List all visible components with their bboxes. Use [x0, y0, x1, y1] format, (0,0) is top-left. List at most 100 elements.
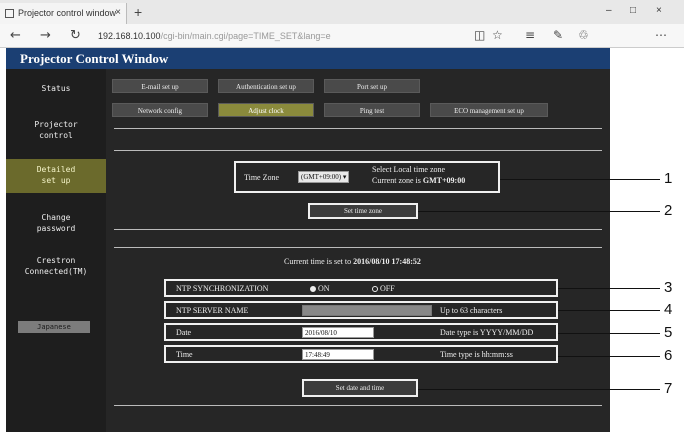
url-host: 192.168.10.100 [98, 31, 161, 41]
callout-line-4 [558, 310, 660, 311]
time-label: Time [176, 350, 193, 359]
callout-number-3: 3 [664, 279, 673, 296]
current-time-value: 2016/08/10 17:48:52 [353, 257, 421, 266]
set-date-and-time-button[interactable]: Set date and time [302, 379, 418, 397]
ntp-on-label: ON [318, 284, 330, 293]
tab-network-config[interactable]: Network config [112, 103, 208, 117]
current-time-text: Current time is set to 2016/08/10 17:48:… [284, 257, 421, 266]
time-zone-select[interactable]: (GMT+09:00) ▾ [298, 171, 350, 183]
maximize-icon[interactable]: □ [630, 5, 636, 16]
page-title: Projector Control Window [6, 48, 610, 69]
back-icon[interactable]: ← [10, 28, 21, 43]
callout-line-7 [418, 389, 660, 390]
forward-icon[interactable]: → [40, 28, 51, 43]
time-zone-panel: Time Zone (GMT+09:00) ▾ Select Local tim… [234, 161, 500, 193]
time-zone-hint: Select Local time zone [372, 165, 446, 174]
sidebar-item-label: Crestron [36, 256, 76, 265]
projector-page: Projector Control Window Status Projecto… [6, 48, 610, 432]
time-zone-label: Time Zone [244, 173, 280, 182]
sidebar-item-label: Change [41, 213, 71, 222]
sidebar-item-change-password[interactable]: Change password [6, 212, 106, 238]
callout-line-1 [500, 179, 660, 180]
callout-number-6: 6 [664, 347, 673, 364]
date-label: Date [176, 328, 192, 337]
url-path: /cgi-bin/main.cgi/page=TIME_SET&lang=e [160, 31, 331, 41]
web-note-icon[interactable]: ✎ [553, 28, 563, 42]
ntp-sync-row: NTP SYNCHRONIZATION ON OFF [164, 279, 558, 297]
tab-ping-test[interactable]: Ping test [324, 103, 420, 117]
set-time-zone-button[interactable]: Set time zone [308, 203, 418, 219]
ntp-server-hint: Up to 63 characters [440, 306, 503, 315]
sidebar-item-label: set up [41, 176, 71, 185]
sidebar-item-label: Connected(TM) [24, 267, 88, 276]
callout-line-3 [558, 288, 660, 289]
main-content: E-mail set up Authentication set up Port… [106, 69, 610, 432]
sidebar-item-label: Detailed [36, 165, 76, 174]
tab-eco-management-set-up[interactable]: ECO management set up [430, 103, 548, 117]
tab-authentication-set-up[interactable]: Authentication set up [218, 79, 314, 93]
callout-number-2: 2 [664, 202, 673, 219]
browser-tab-bar: Projector control window × + – □ × [0, 0, 684, 24]
close-tab-icon[interactable]: × [115, 7, 121, 18]
time-input[interactable]: 17:48:49 [302, 349, 374, 360]
sidebar-item-crestron-connected[interactable]: Crestron Connected(TM) [6, 255, 106, 281]
sidebar-item-label: control [39, 131, 73, 140]
new-tab-icon[interactable]: + [134, 4, 142, 20]
refresh-icon[interactable]: ↻ [70, 28, 81, 43]
divider [114, 405, 602, 406]
favorite-star-icon[interactable]: ☆ [492, 28, 503, 42]
date-row: Date 2016/08/10 Date type is YYYY/MM/DD [164, 323, 558, 341]
chevron-down-icon: ▾ [342, 173, 347, 181]
sidebar-item-projector-control[interactable]: Projector control [6, 119, 106, 145]
sidebar-item-detailed-set-up[interactable]: Detailed set up [6, 159, 106, 193]
address-bar: ← → ↻ 192.168.10.100/cgi-bin/main.cgi/pa… [0, 24, 684, 48]
divider [114, 247, 602, 248]
more-icon[interactable]: ⋯ [655, 28, 667, 42]
ntp-server-row: NTP SERVER NAME Up to 63 characters [164, 301, 558, 319]
callout-line-2 [418, 211, 660, 212]
ntp-off-radio[interactable]: OFF [372, 284, 395, 293]
japanese-button[interactable]: Japanese [18, 321, 90, 333]
callout-number-4: 4 [664, 301, 673, 318]
current-zone-prefix: Current zone is [372, 176, 423, 185]
divider [114, 150, 602, 151]
callout-line-6 [558, 356, 660, 357]
date-input[interactable]: 2016/08/10 [302, 327, 374, 338]
sidebar-item-status[interactable]: Status [6, 83, 106, 97]
divider [114, 229, 602, 230]
share-icon[interactable]: ♲ [578, 28, 589, 42]
radio-selected-icon [310, 286, 316, 292]
current-time-prefix: Current time is set to [284, 257, 354, 266]
divider [114, 128, 602, 129]
ntp-server-label: NTP SERVER NAME [176, 306, 249, 315]
url-field[interactable]: 192.168.10.100/cgi-bin/main.cgi/page=TIM… [98, 31, 331, 41]
hub-icon[interactable]: ≡ [525, 28, 535, 42]
time-zone-select-value: (GMT+09:00) [301, 173, 342, 181]
current-zone-text: Current zone is GMT+09:00 [372, 176, 465, 185]
reading-view-icon[interactable]: ◫ [474, 28, 485, 42]
time-row: Time 17:48:49 Time type is hh:mm:ss [164, 345, 558, 363]
page-icon [5, 9, 14, 18]
tab-email-set-up[interactable]: E-mail set up [112, 79, 208, 93]
sidebar-item-label: Projector [34, 120, 78, 129]
callout-number-1: 1 [664, 170, 673, 187]
window-close-icon[interactable]: × [656, 5, 662, 16]
ntp-on-radio[interactable]: ON [310, 284, 330, 293]
browser-tab[interactable]: Projector control window × [0, 3, 127, 24]
minimize-icon[interactable]: – [606, 5, 612, 16]
callout-number-7: 7 [664, 380, 673, 397]
sidebar-item-label: Status [41, 84, 71, 93]
tab-port-set-up[interactable]: Port set up [324, 79, 420, 93]
time-hint: Time type is hh:mm:ss [440, 350, 513, 359]
callout-number-5: 5 [664, 324, 673, 341]
ntp-off-label: OFF [380, 284, 395, 293]
current-zone-value: GMT+09:00 [422, 176, 466, 185]
radio-unselected-icon [372, 286, 378, 292]
callout-line-5 [558, 333, 660, 334]
sidebar: Status Projector control Detailed set up… [6, 69, 106, 432]
ntp-sync-label: NTP SYNCHRONIZATION [176, 284, 269, 293]
date-hint: Date type is YYYY/MM/DD [440, 328, 534, 337]
ntp-server-input[interactable] [302, 305, 432, 316]
browser-tab-title: Projector control window [18, 8, 117, 18]
tab-adjust-clock[interactable]: Adjust clock [218, 103, 314, 117]
